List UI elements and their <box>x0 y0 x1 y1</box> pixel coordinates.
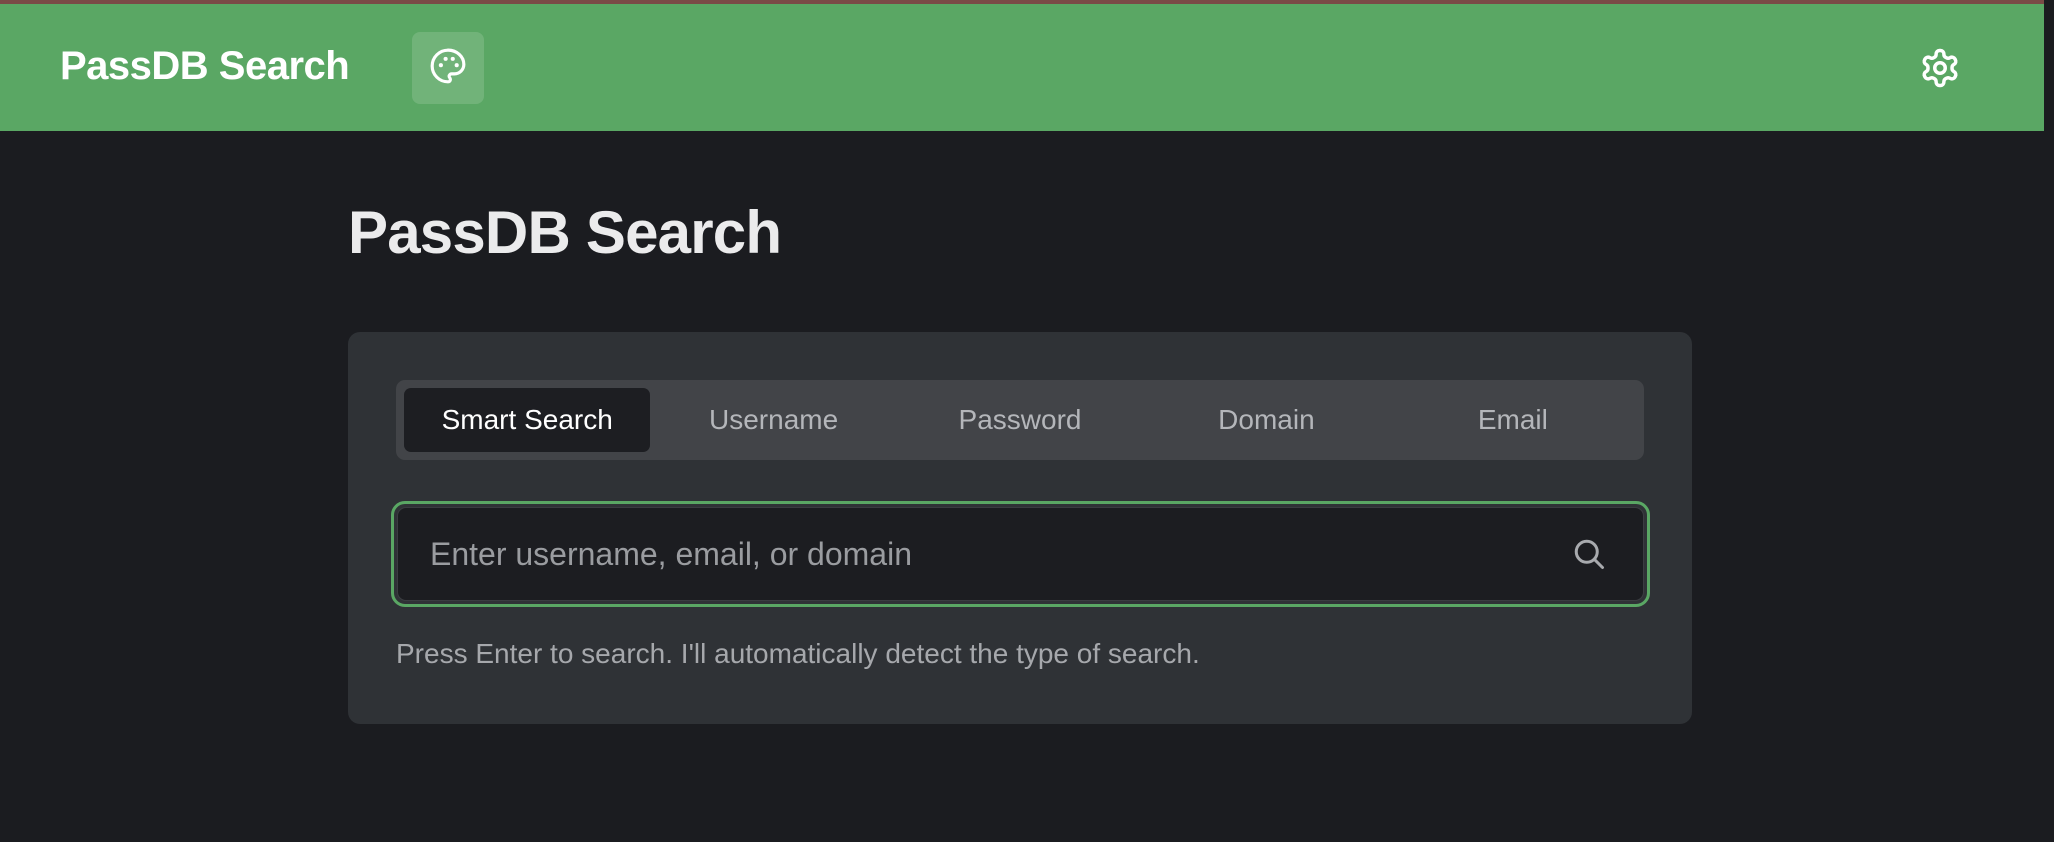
tab-username[interactable]: Username <box>650 388 896 452</box>
tab-smart-search[interactable]: Smart Search <box>404 388 651 452</box>
gear-icon <box>1919 47 1961 94</box>
search-field-focus-ring <box>391 501 1650 607</box>
app-title: PassDB Search <box>60 44 350 88</box>
tab-email[interactable]: Email <box>1390 388 1636 452</box>
search-input[interactable] <box>397 507 1644 601</box>
window-right-edge <box>2044 0 2054 842</box>
search-type-tabs: Smart Search Username Password Domain Em… <box>396 380 1644 460</box>
settings-button[interactable] <box>1918 48 1962 92</box>
search-hint-text: Press Enter to search. I'll automaticall… <box>396 638 1200 669</box>
tab-domain[interactable]: Domain <box>1143 388 1389 452</box>
theme-palette-button[interactable] <box>412 32 484 104</box>
app-window: PassDB Search PassDB Search Smart Search… <box>0 0 2054 842</box>
page-title: PassDB Search <box>348 199 782 266</box>
top-bar: PassDB Search <box>0 4 2044 131</box>
search-card: Smart Search Username Password Domain Em… <box>348 332 1692 724</box>
tab-password[interactable]: Password <box>897 388 1143 452</box>
search-icon[interactable] <box>1569 534 1609 574</box>
palette-icon <box>429 47 467 90</box>
